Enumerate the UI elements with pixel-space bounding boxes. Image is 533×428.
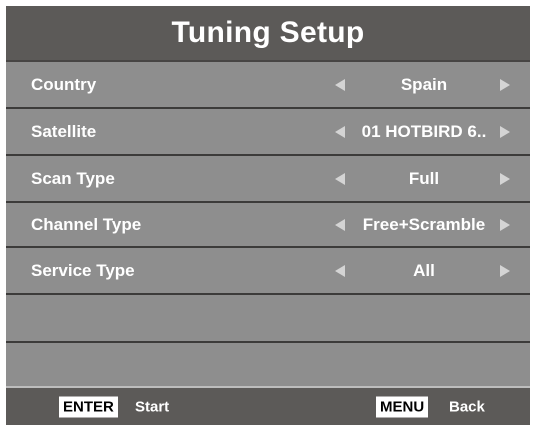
arrow-right-icon[interactable] xyxy=(500,172,510,185)
arrow-right-icon[interactable] xyxy=(500,264,510,277)
setting-row-country[interactable]: Country Spain xyxy=(6,62,530,109)
setting-row-service-type[interactable]: Service Type All xyxy=(6,248,530,295)
enter-key-badge[interactable]: ENTER xyxy=(59,396,118,417)
arrow-left-icon[interactable] xyxy=(335,172,345,185)
setting-label: Country xyxy=(31,74,97,94)
setting-value: Free+Scramble xyxy=(362,214,486,234)
setting-row-channel-type[interactable]: Channel Type Free+Scramble xyxy=(6,203,530,248)
setting-label: Scan Type xyxy=(31,168,115,188)
setting-value: All xyxy=(413,260,435,280)
setting-row-satellite[interactable]: Satellite 01 HOTBIRD 6.. xyxy=(6,109,530,156)
arrow-left-icon[interactable] xyxy=(335,78,345,91)
setting-value: Full xyxy=(408,168,440,188)
page-title: Tuning Setup xyxy=(171,16,365,49)
arrow-left-icon[interactable] xyxy=(335,125,345,138)
arrow-left-icon[interactable] xyxy=(335,218,345,231)
arrow-right-icon[interactable] xyxy=(500,218,510,231)
footer-bar: ENTER Start MENU Back xyxy=(6,386,530,425)
arrow-right-icon[interactable] xyxy=(500,125,510,138)
arrow-right-icon[interactable] xyxy=(500,78,510,91)
setting-label: Service Type xyxy=(31,260,135,280)
setting-label: Channel Type xyxy=(31,214,142,234)
menu-action-label: Back xyxy=(449,398,485,415)
setting-row-scan-type[interactable]: Scan Type Full xyxy=(6,156,530,203)
setting-label: Satellite xyxy=(31,121,97,141)
setting-value: 01 HOTBIRD 6.. xyxy=(361,121,487,141)
empty-row xyxy=(6,343,530,386)
title-bar: Tuning Setup xyxy=(6,6,530,62)
tuning-setup-panel: Tuning Setup Country Spain Satellite 01 … xyxy=(6,6,530,425)
setting-value: Spain xyxy=(400,74,448,94)
menu-key-badge[interactable]: MENU xyxy=(376,396,429,417)
arrow-left-icon[interactable] xyxy=(335,264,345,277)
enter-action-label: Start xyxy=(135,398,170,415)
empty-row xyxy=(6,295,530,343)
